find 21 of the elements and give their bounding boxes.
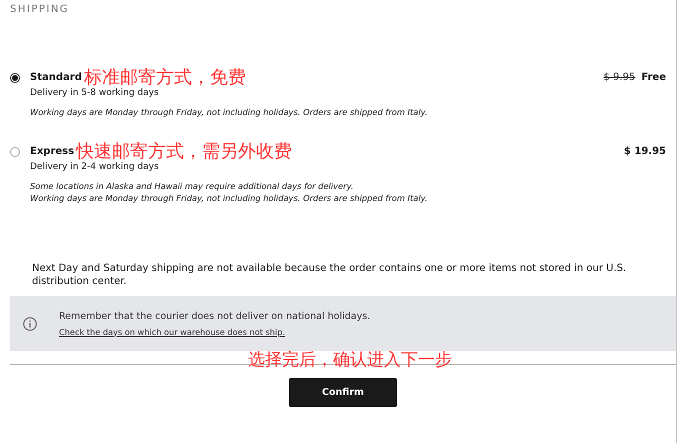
annotation: 快速邮寄方式，需另外收费 [76,140,292,162]
warehouse-days-link[interactable]: Check the days on which our warehouse does not ship. [59,326,370,336]
confirm-button[interactable]: Confirm [289,378,397,407]
radio-button[interactable] [10,147,20,157]
price: $ 19.95 [624,146,666,156]
delivery-time: Delivery in 2-4 working days [30,162,160,172]
delivery-note: Some locations in Alaska and Hawaii may require additional days for delivery. [30,180,354,192]
info-icon [23,316,37,330]
availability-note: Next Day and Saturday shipping are not available because the order contains one or more items not stored in our U.S. distribution center. [32,262,628,288]
annotation: 标准邮寄方式，免费 [84,66,246,88]
delivery-note: Working days are Monday through Friday, not including holidays. Orders are shipped from Italy. [30,192,429,204]
annotation: 选择完后，确认进入下一步 [248,349,452,371]
option-name: Express [30,146,74,156]
price: Free [641,72,666,82]
option-name: Standard [30,72,82,82]
delivery-time: Delivery in 5-8 working days [30,88,160,98]
info-message: Remember that the courier does not deliver on national holidays. [59,310,370,322]
section-title: SHIPPING [10,4,70,17]
delivery-note: Working days are Monday through Friday, not including holidays. Orders are shipped from Italy. [30,106,429,118]
old-price: $ 9.95 [604,72,636,82]
radio-button[interactable] [10,73,20,83]
